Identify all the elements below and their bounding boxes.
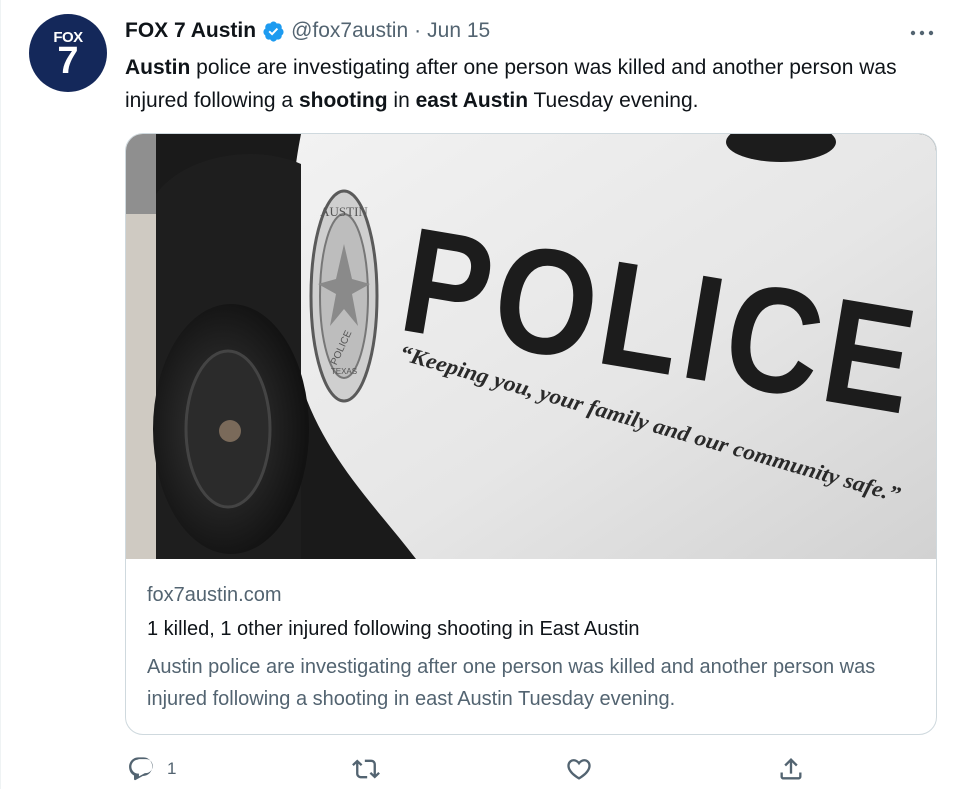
verified-badge-icon: [263, 20, 284, 42]
tweet-text-segment: Tuesday evening.: [528, 89, 699, 112]
tweet-text: Austin police are investigating after on…: [125, 51, 925, 117]
card-description[interactable]: Austin police are investigating after on…: [147, 651, 917, 715]
tweet-text-bold-segment: east Austin: [415, 89, 529, 112]
tweet-text-bold-segment: Austin: [125, 56, 191, 79]
tweet-date[interactable]: Jun 15: [427, 19, 490, 43]
austin-police-badge: AUSTIN POLICE TEXAS: [309, 189, 379, 403]
share-button[interactable]: [777, 754, 805, 784]
reply-button[interactable]: 1: [127, 754, 176, 784]
card-domain[interactable]: fox7austin.com: [147, 584, 282, 607]
retweet-icon[interactable]: [352, 755, 380, 783]
tweet-header: FOX 7 Austin @fox7austin · Jun 15: [125, 17, 490, 45]
reply-count: 1: [167, 759, 177, 778]
badge-arc-text: AUSTIN: [320, 204, 368, 219]
timeline-divider: [0, 0, 1, 789]
reply-icon[interactable]: [127, 755, 155, 783]
avatar[interactable]: FOX 7: [29, 14, 107, 92]
retweet-button[interactable]: [352, 754, 380, 784]
separator-dot: ·: [414, 19, 422, 42]
badge-bottom-text: TEXAS: [331, 367, 357, 376]
more-options-icon[interactable]: [905, 24, 939, 42]
hub: [219, 420, 241, 442]
card-title[interactable]: 1 killed, 1 other injured following shoo…: [147, 618, 640, 641]
like-button[interactable]: [565, 754, 593, 784]
link-card[interactable]: AUSTIN POLICE TEXAS POLICE “Keeping you,…: [125, 133, 937, 735]
handle[interactable]: @fox7austin: [291, 19, 408, 43]
tweet-text-bold-segment: shooting: [298, 89, 388, 112]
card-image[interactable]: AUSTIN POLICE TEXAS POLICE “Keeping you,…: [126, 134, 936, 559]
tweet-text-segment: in: [387, 89, 416, 112]
avatar-text-bottom: 7: [57, 40, 79, 82]
display-name[interactable]: FOX 7 Austin: [125, 19, 256, 43]
like-icon[interactable]: [565, 755, 593, 783]
share-icon[interactable]: [777, 755, 805, 783]
